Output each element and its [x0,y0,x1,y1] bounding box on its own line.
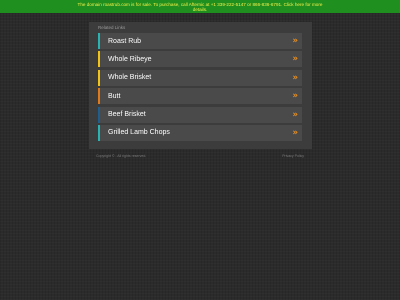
double-chevron-right-icon: » [292,91,299,102]
link-label: Beef Brisket [108,111,146,119]
link-grilled-lamb-chops[interactable]: Grilled Lamb Chops » [98,124,302,141]
sale-banner[interactable]: The domain roastrub.com is for sale. To … [0,0,400,13]
double-chevron-right-icon: » [292,127,299,138]
link-whole-brisket[interactable]: Whole Brisket » [98,69,302,86]
page-footer: Copyright © . All rights reserved. Priva… [96,154,304,158]
copyright-text: Copyright © . All rights reserved. [96,154,147,158]
double-chevron-right-icon: » [292,109,299,120]
link-accent-bar [98,51,100,68]
related-links-heading: Related Links [98,25,126,30]
link-beef-brisket[interactable]: Beef Brisket » [98,106,302,123]
sale-banner-line-2: details. [192,6,208,12]
related-links-list: Roast Rub » Whole Ribeye » Whole Brisket… [98,33,302,143]
double-chevron-right-icon: » [292,54,299,65]
link-label: Roast Rub [108,37,142,45]
link-accent-bar [98,106,100,123]
link-roast-rub[interactable]: Roast Rub » [98,33,302,49]
privacy-policy-link[interactable]: Privacy Policy [282,154,304,158]
link-label: Grilled Lamb Chops [108,129,170,137]
double-chevron-right-icon: » [292,72,299,83]
link-accent-bar [98,69,100,86]
link-accent-bar [98,88,100,105]
link-label: Whole Ribeye [108,55,152,63]
link-label: Whole Brisket [108,74,152,82]
link-label: Butt [108,92,121,100]
related-links-panel: Related Links Roast Rub » Whole Ribeye »… [89,22,312,149]
double-chevron-right-icon: » [292,36,299,46]
link-whole-ribeye[interactable]: Whole Ribeye » [98,51,302,68]
link-butt[interactable]: Butt » [98,88,302,105]
link-accent-bar [98,124,100,141]
link-accent-bar [98,33,100,49]
